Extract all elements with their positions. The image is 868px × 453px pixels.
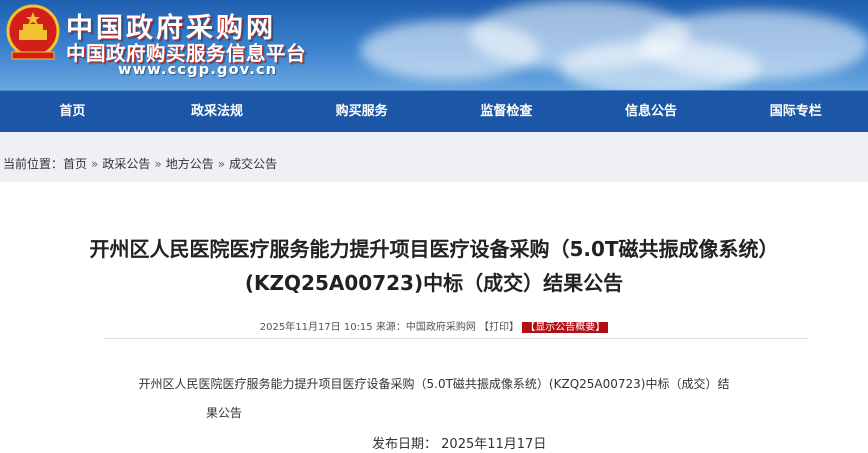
main-nav: 首页 政采法规 购买服务 监督检查 信息公告 国际专栏	[0, 90, 868, 133]
breadcrumb: 当前位置：首页» 政采公告» 地方公告» 成交公告	[0, 132, 868, 182]
article-meta: 2025年11月17日 10:15 来源：中国政府采购网 【打印】 【显示公告概…	[0, 318, 868, 333]
breadcrumb-procurement-notices[interactable]: 政采公告	[102, 157, 150, 171]
print-link[interactable]: 【打印】	[479, 322, 519, 333]
national-emblem-icon	[6, 4, 60, 60]
nav-item-supervision[interactable]: 监督检查	[434, 91, 579, 133]
article-source: 中国政府采购网	[405, 322, 476, 333]
breadcrumb-home[interactable]: 首页	[63, 157, 87, 171]
breadcrumb-local-notices[interactable]: 地方公告	[166, 157, 214, 171]
nav-item-purchase-services[interactable]: 购买服务	[289, 91, 434, 133]
breadcrumb-deal-notices[interactable]: 成交公告	[229, 157, 277, 171]
site-banner: 中国政府采购网 中国政府购买服务信息平台 www.ccgp.gov.cn	[0, 0, 868, 90]
divider	[104, 338, 808, 339]
body-text-line2: 果公告	[205, 406, 242, 420]
breadcrumb-separator: »	[91, 157, 99, 171]
breadcrumb-prefix: 当前位置：	[3, 157, 64, 171]
nav-item-regulations[interactable]: 政采法规	[145, 91, 290, 133]
breadcrumb-separator: »	[217, 157, 226, 171]
article-date: 2025年11月17日 10:15	[259, 322, 373, 333]
publish-date-value: 2025年11月17日	[441, 437, 547, 452]
breadcrumb-separator: »	[154, 157, 162, 171]
publish-date-label: 发布日期：	[372, 437, 438, 452]
nav-item-international[interactable]: 国际专栏	[723, 91, 868, 133]
nav-item-announcements[interactable]: 信息公告	[579, 91, 724, 133]
nav-item-home[interactable]: 首页	[0, 91, 145, 133]
site-url: www.ccgp.gov.cn	[118, 62, 278, 78]
article-source-label: 来源：	[375, 322, 406, 333]
article-title-line1: 开州区人民医院医疗服务能力提升项目医疗设备采购（5.0T磁共振成像系统）	[89, 237, 779, 261]
show-summary-button[interactable]: 【显示公告概要】	[522, 322, 609, 333]
body-text-line1: 开州区人民医院医疗服务能力提升项目医疗设备采购（5.0T磁共振成像系统）(KZQ…	[138, 377, 730, 391]
publish-date-line: 发布日期： 2025年11月17日	[372, 433, 546, 452]
article-title-line2: (KZQ25A00723)中标（成交）结果公告	[244, 271, 624, 295]
